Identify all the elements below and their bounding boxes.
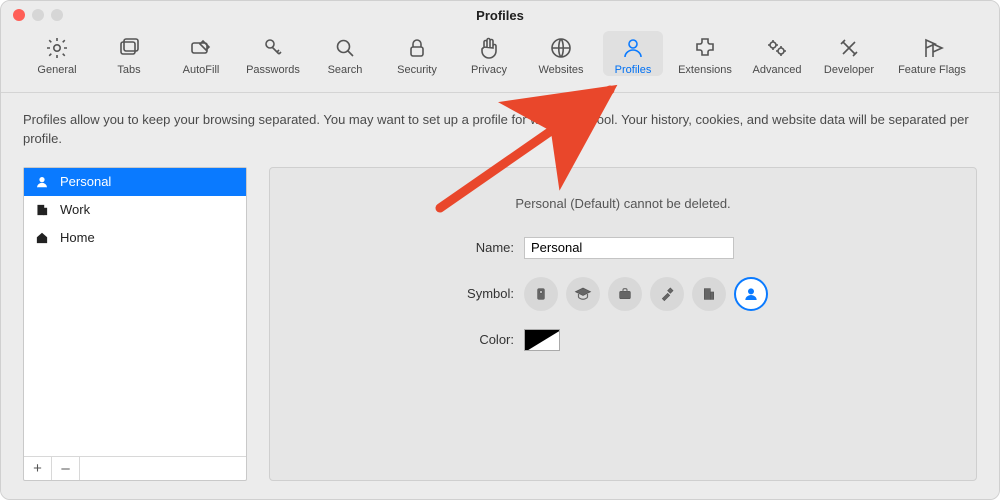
house-icon [34,230,50,246]
toolbar-tab-websites[interactable]: Websites [531,31,591,76]
symbol-picker [524,277,952,311]
toolbar-tab-tabs[interactable]: Tabs [99,31,159,76]
toolbar-tab-autofill[interactable]: AutoFill [171,31,231,76]
profiles-sidebar: Personal Work Home [23,167,247,481]
remove-profile-button[interactable]: – [52,457,80,480]
symbol-label: Symbol: [294,286,524,301]
toolbar-tab-extensions[interactable]: Extensions [675,31,735,76]
toolbar-tab-security[interactable]: Security [387,31,447,76]
pencil-icon [189,33,213,63]
toolbar-tab-developer[interactable]: Developer [819,31,879,76]
window-title: Profiles [1,8,999,23]
key-icon [261,33,285,63]
window-minimize-button[interactable] [32,9,44,21]
titlebar: Profiles [1,1,999,29]
description-text: Profiles allow you to keep your browsing… [23,111,977,149]
hand-icon [477,33,501,63]
tabs-icon [117,33,141,63]
symbol-option-briefcase[interactable] [608,277,642,311]
symbol-option-badge[interactable] [524,277,558,311]
toolbar-tab-privacy[interactable]: Privacy [459,31,519,76]
delete-notice: Personal (Default) cannot be deleted. [294,196,952,211]
color-well[interactable] [524,329,560,351]
person-icon [621,33,645,63]
building-icon [34,202,50,218]
toolbar-tab-general[interactable]: General [27,31,87,76]
symbol-option-hammer[interactable] [650,277,684,311]
sidebar-footer-spacer [80,457,246,480]
search-icon [333,33,357,63]
toolbar-tab-advanced[interactable]: Advanced [747,31,807,76]
flags-icon [920,33,944,63]
puzzle-icon [693,33,717,63]
color-label: Color: [294,332,524,347]
profile-detail-panel: Personal (Default) cannot be deleted. Na… [269,167,977,481]
toolbar-tab-passwords[interactable]: Passwords [243,31,303,76]
profile-row-home[interactable]: Home [24,224,246,252]
gears-icon [765,33,789,63]
toolbar-tab-profiles[interactable]: Profiles [603,31,663,76]
gear-icon [45,33,69,63]
symbol-option-person[interactable] [734,277,768,311]
profile-row-label: Personal [60,174,111,189]
profile-row-label: Home [60,230,95,245]
symbol-option-gradcap[interactable] [566,277,600,311]
preferences-toolbar: General Tabs AutoFill Passwords Search [1,29,999,93]
toolbar-tab-search[interactable]: Search [315,31,375,76]
window-close-button[interactable] [13,9,25,21]
name-label: Name: [294,240,524,255]
lock-icon [405,33,429,63]
tools-icon [837,33,861,63]
symbol-option-building[interactable] [692,277,726,311]
person-icon [34,174,50,190]
window-zoom-button[interactable] [51,9,63,21]
profile-row-work[interactable]: Work [24,196,246,224]
globe-icon [549,33,573,63]
profile-row-personal[interactable]: Personal [24,168,246,196]
profile-row-label: Work [60,202,90,217]
profile-name-input[interactable] [524,237,734,259]
toolbar-tab-feature-flags[interactable]: Feature Flags [891,31,973,76]
add-profile-button[interactable]: + [24,457,52,480]
